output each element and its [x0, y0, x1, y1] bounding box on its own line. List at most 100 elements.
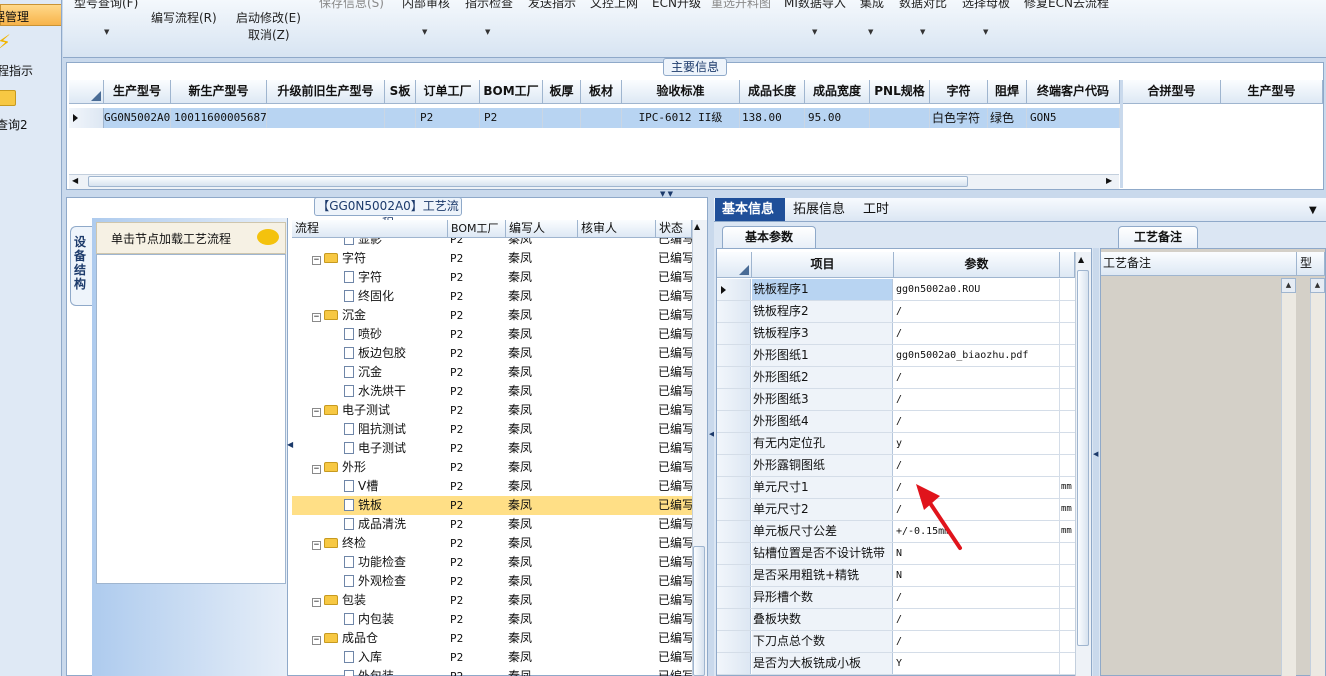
param-value[interactable]: N	[894, 565, 1060, 586]
param-row[interactable]: 铣板程序3/	[717, 323, 1075, 345]
repair-ecn-button[interactable]: 修复ECN去流程	[1024, 0, 1109, 11]
param-unit[interactable]	[1061, 455, 1075, 476]
param-value[interactable]: /	[894, 587, 1060, 608]
tree-cell-author[interactable]: 秦凤	[508, 515, 578, 534]
scrollbar-thumb[interactable]	[88, 176, 968, 187]
integrate-button[interactable]: 集成	[860, 0, 884, 11]
tree-cell-status[interactable]: 已编写	[658, 401, 692, 420]
tree-row[interactable]: − 包装 P2 秦凤 已编写	[292, 591, 692, 610]
scroll-left-icon[interactable]: ◀	[72, 176, 78, 185]
tree-cell-status[interactable]: 已编写	[658, 553, 692, 572]
row-indicator[interactable]	[717, 301, 751, 322]
table-cell[interactable]: 白色字符	[930, 108, 988, 128]
param-item[interactable]: 外形露铜图纸	[752, 455, 893, 476]
column-header[interactable]: PNL规格	[870, 80, 930, 104]
tree-cell-author[interactable]: 秦凤	[508, 287, 578, 306]
param-unit[interactable]	[1061, 411, 1075, 432]
tree-row[interactable]: − 沉金 P2 秦凤 已编写	[292, 306, 692, 325]
tree-row[interactable]: 喷砂 P2 秦凤 已编写	[292, 325, 692, 344]
param-unit[interactable]	[1061, 279, 1075, 300]
tree-row[interactable]: 铣板 P2 秦凤 已编写	[292, 496, 692, 515]
param-unit[interactable]: mm	[1061, 477, 1075, 498]
table-cell[interactable]	[543, 108, 581, 128]
table-cell[interactable]: GG0N5002A0	[104, 108, 171, 128]
param-unit[interactable]	[1061, 301, 1075, 322]
column-header[interactable]: 编写人	[506, 220, 578, 238]
param-value[interactable]: /	[894, 301, 1060, 322]
vertical-scrollbar[interactable]	[1310, 293, 1325, 676]
param-unit[interactable]: mm	[1061, 521, 1075, 542]
save-info-button[interactable]: 保存信息(S)	[319, 0, 384, 11]
vertical-scrollbar[interactable]	[1281, 293, 1296, 676]
tree-expander-icon[interactable]: −	[312, 256, 321, 265]
param-row[interactable]: 外形图纸1 gg0n5002a0_biaozhu.pdf	[717, 345, 1075, 367]
table-cell[interactable]: 绿色	[988, 108, 1027, 128]
column-header[interactable]: 成品宽度	[805, 80, 870, 104]
param-row[interactable]: 单元尺寸2/mm	[717, 499, 1075, 521]
tree-cell-bom[interactable]: P2	[450, 534, 506, 553]
param-row[interactable]: 下刀点总个数 /	[717, 631, 1075, 653]
tree-row[interactable]: 板边包胶 P2 秦凤 已编写	[292, 344, 692, 363]
tree-cell-author[interactable]: 秦凤	[508, 401, 578, 420]
tab-device-structure[interactable]: 设备结构	[70, 226, 92, 306]
tree-cell-author[interactable]: 秦凤	[508, 238, 578, 249]
write-process-button[interactable]: 编写流程(R)	[151, 9, 217, 26]
dropdown-arrow-icon[interactable]: ▼	[422, 28, 427, 36]
tree-cell-status[interactable]: 已编写	[658, 591, 692, 610]
tree-row[interactable]: − 字符 P2 秦凤 已编写	[292, 249, 692, 268]
tab-basic-info[interactable]: 基本信息	[722, 199, 774, 221]
tree-cell-bom[interactable]: P2	[450, 458, 506, 477]
tree-cell-bom[interactable]: P2	[450, 572, 506, 591]
column-header[interactable]: 生产型号	[104, 80, 171, 104]
table-cell[interactable]	[267, 108, 385, 128]
row-indicator[interactable]	[717, 653, 751, 674]
send-instruction-button[interactable]: 发送指示	[528, 0, 576, 11]
mi-data-import-button[interactable]: MI数据导入	[784, 0, 846, 11]
param-item[interactable]: 有无内定位孔	[752, 433, 893, 454]
row-indicator[interactable]	[717, 345, 751, 366]
param-unit[interactable]	[1061, 367, 1075, 388]
tree-row[interactable]: 外观检查 P2 秦凤 已编写	[292, 572, 692, 591]
tree-cell-status[interactable]: 已编写	[658, 287, 692, 306]
tree-cell-status[interactable]: 已编写	[658, 496, 692, 515]
param-value[interactable]: /	[894, 455, 1060, 476]
tree-cell-author[interactable]: 秦凤	[508, 477, 578, 496]
tree-cell-bom[interactable]: P2	[450, 401, 506, 420]
column-header[interactable]: 阻焊	[988, 80, 1027, 104]
tree-cell-status[interactable]: 已编写	[658, 344, 692, 363]
data-compare-button[interactable]: 数据对比	[899, 0, 947, 11]
param-row[interactable]: 异形槽个数 /	[717, 587, 1075, 609]
scroll-up-icon[interactable]: ▲	[1078, 255, 1084, 264]
tree-row[interactable]: 显影 P2 秦凤 已编写	[292, 238, 692, 249]
column-header[interactable]: 生产型号	[1221, 80, 1323, 104]
param-unit[interactable]	[1061, 323, 1075, 344]
param-row[interactable]: 是否为大板铣成小板 Y	[717, 653, 1075, 675]
param-item[interactable]: 铣板程序1	[752, 279, 893, 300]
row-indicator[interactable]	[717, 631, 751, 652]
table-cell[interactable]	[870, 108, 930, 128]
tree-expander-icon[interactable]: −	[312, 541, 321, 550]
tree-cell-bom[interactable]: P2	[450, 496, 506, 515]
param-item[interactable]: 铣板程序2	[752, 301, 893, 322]
param-item[interactable]: 钻槽位置是否不设计铣带	[752, 543, 893, 564]
tree-cell-bom[interactable]: P2	[450, 629, 506, 648]
tree-cell-author[interactable]: 秦凤	[508, 496, 578, 515]
param-value[interactable]: /	[894, 411, 1060, 432]
nav-item-data-management[interactable]: 据管理	[0, 4, 61, 26]
param-item[interactable]: 下刀点总个数	[752, 631, 893, 652]
column-header[interactable]: 字符	[930, 80, 988, 104]
param-value[interactable]: gg0n5002a0.ROU	[894, 279, 1060, 300]
param-row[interactable]: 铣板程序1 gg0n5002a0.ROU	[717, 279, 1075, 301]
dropdown-arrow-icon[interactable]: ▼	[812, 28, 817, 36]
tree-cell-bom[interactable]: P2	[450, 325, 506, 344]
tree-cell-bom[interactable]: P2	[450, 344, 506, 363]
tree-cell-bom[interactable]: P2	[450, 591, 506, 610]
tree-row[interactable]: 外包装 P2秦凤 已编写	[292, 667, 692, 676]
param-row[interactable]: 单元尺寸1/mm	[717, 477, 1075, 499]
process-tree[interactable]: 显影 P2 秦凤 已编写 − 字符 P2 秦凤 已编写 字符 P2 秦凤 已编写 终固化 P2 秦凤 已编写 − 沉…	[292, 238, 692, 676]
param-row[interactable]: 外形图纸2/	[717, 367, 1075, 389]
tree-row[interactable]: V槽 P2 秦凤 已编写	[292, 477, 692, 496]
tree-row[interactable]: − 终检 P2 秦凤 已编写	[292, 534, 692, 553]
device-tree[interactable]	[96, 254, 286, 584]
row-indicator[interactable]	[717, 543, 751, 564]
